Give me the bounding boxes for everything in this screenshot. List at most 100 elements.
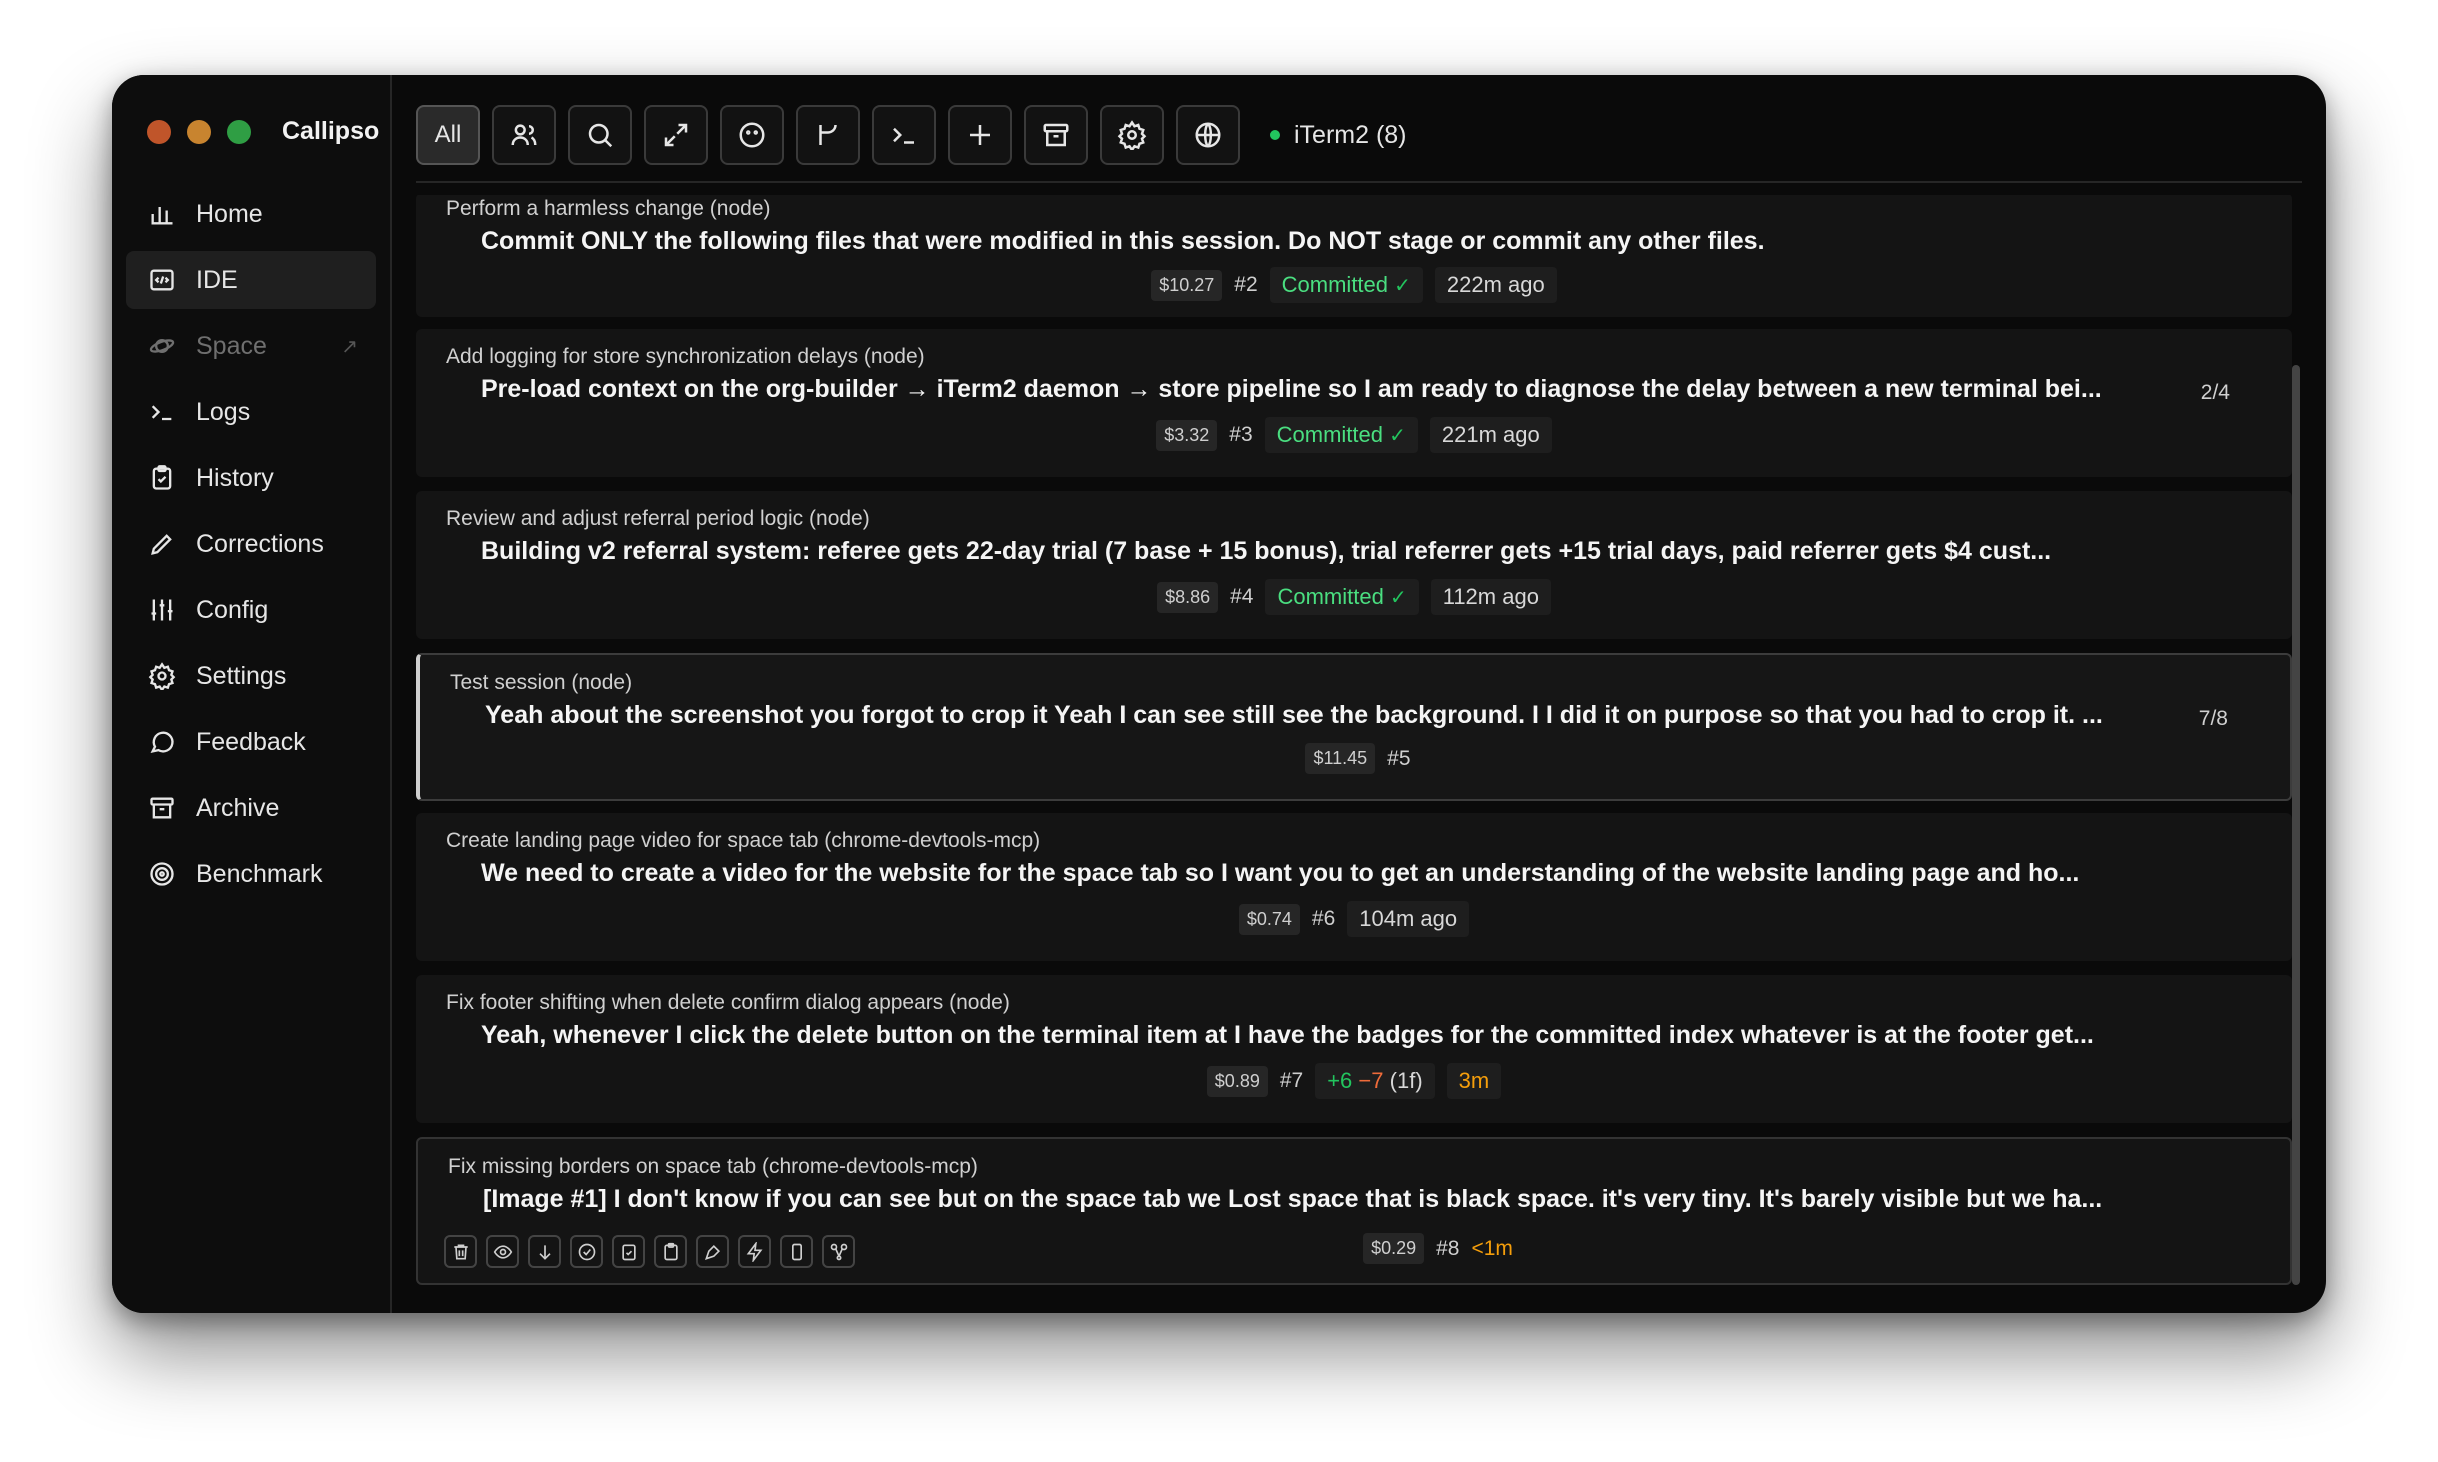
archive-icon	[146, 792, 178, 824]
minimize-window-button[interactable]	[187, 120, 211, 144]
session-message: Pre-load context on the org-builder → iT…	[481, 375, 2102, 403]
session-title: Fix footer shifting when delete confirm …	[446, 991, 1010, 1014]
sidebar-item-label: Settings	[196, 661, 287, 690]
session-card-selected[interactable]: Test session (node) Yeah about the scree…	[416, 653, 2292, 801]
time-badge: 3m	[1446, 1063, 1502, 1099]
download-button[interactable]	[528, 1235, 561, 1268]
terminal-button[interactable]	[872, 105, 936, 165]
pencil-icon	[146, 528, 178, 560]
session-card[interactable]: Perform a harmless change (node) Commit …	[416, 195, 2292, 317]
close-window-button[interactable]	[147, 120, 171, 144]
view-button[interactable]	[486, 1235, 519, 1268]
filter-all-button[interactable]: All	[416, 105, 480, 165]
code-window-icon	[146, 264, 178, 296]
session-title: Create landing page video for space tab …	[446, 829, 1041, 852]
sidebar-item-settings[interactable]: Settings	[126, 647, 376, 705]
cost-badge: $11.45	[1305, 743, 1376, 774]
smiley-icon	[739, 122, 765, 148]
check-circle-icon	[578, 1243, 595, 1260]
session-card[interactable]: Fix footer shifting when delete confirm …	[416, 975, 2292, 1123]
session-meta: $0.29 #8 <1m	[938, 1233, 1938, 1264]
zoom-window-button[interactable]	[227, 120, 251, 144]
pen-tool-button[interactable]	[696, 1235, 729, 1268]
clipboard-icon	[663, 1242, 678, 1260]
sidebar-item-label: Config	[196, 595, 269, 624]
sidebar-item-label: IDE	[196, 265, 238, 294]
sliders-icon	[146, 594, 178, 626]
session-meta: $8.86 #4 Committed ✓ 112m ago	[416, 579, 2292, 615]
delete-button[interactable]	[444, 1235, 477, 1268]
session-title: Add logging for store synchronization de…	[446, 345, 925, 368]
session-number: #8	[1436, 1236, 1460, 1260]
add-button[interactable]	[948, 105, 1012, 165]
sidebar-item-corrections[interactable]: Corrections	[126, 515, 376, 573]
app-title: Callipso	[282, 117, 380, 145]
bar-chart-icon	[146, 198, 178, 230]
sidebar-item-feedback[interactable]: Feedback	[126, 713, 376, 771]
session-number: #4	[1230, 585, 1254, 608]
archive-button[interactable]	[1024, 105, 1088, 165]
complete-button[interactable]	[570, 1235, 603, 1268]
session-title: Fix missing borders on space tab (chrome…	[448, 1155, 978, 1178]
sidebar-item-config[interactable]: Config	[126, 581, 376, 639]
sidebar-item-home[interactable]: Home	[126, 185, 376, 243]
lightning-button[interactable]	[738, 1235, 771, 1268]
session-card[interactable]: Add logging for store synchronization de…	[416, 329, 2292, 477]
session-progress: 2/4	[2200, 381, 2230, 404]
target-icon	[146, 858, 178, 890]
session-card-hovered[interactable]: Fix missing borders on space tab (chrome…	[416, 1137, 2292, 1285]
session-number: #2	[1234, 273, 1258, 296]
expand-icon	[664, 123, 688, 147]
globe-button[interactable]	[1176, 105, 1240, 165]
clipboard-check-icon	[621, 1244, 636, 1260]
branch-icon	[819, 124, 837, 145]
session-meta: $0.89 #7 +6 −7 (1f) 3m	[416, 1063, 2292, 1099]
cost-badge: $8.86	[1157, 581, 1219, 613]
sidebar-item-benchmark[interactable]: Benchmark	[126, 845, 376, 903]
session-meta: $0.74 #6 104m ago	[416, 901, 2292, 937]
users-button[interactable]	[492, 105, 556, 165]
cost-badge: $3.32	[1156, 419, 1218, 451]
session-card[interactable]: Review and adjust referral period logic …	[416, 491, 2292, 639]
copy-button[interactable]	[654, 1235, 687, 1268]
sidebar-item-label: Space	[196, 331, 267, 360]
sidebar-item-logs[interactable]: Logs	[126, 383, 376, 441]
lightning-icon	[746, 1241, 762, 1262]
branch-button[interactable]	[796, 105, 860, 165]
session-title: Test session (node)	[450, 671, 633, 694]
session-card[interactable]: Create landing page video for space tab …	[416, 813, 2292, 961]
sidebar-item-history[interactable]: History	[126, 449, 376, 507]
status-badge: Committed ✓	[1264, 417, 1418, 453]
cost-badge: $0.89	[1206, 1065, 1268, 1097]
terminal-status-label: iTerm2 (8)	[1294, 120, 1407, 149]
status-badge: Committed ✓	[1269, 267, 1423, 303]
expand-button[interactable]	[644, 105, 708, 165]
pen-tool-icon	[704, 1244, 720, 1260]
session-message: Yeah, whenever I click the delete button…	[481, 1021, 2094, 1049]
sidebar-item-label: History	[196, 463, 274, 492]
sidebar-item-ide[interactable]: IDE	[126, 251, 376, 309]
sidebar-nav: Home IDE Space ↗ Logs History Correction…	[126, 185, 376, 911]
chat-icon	[146, 726, 178, 758]
smiley-button[interactable]	[720, 105, 784, 165]
session-title: Review and adjust referral period logic …	[446, 507, 870, 530]
cost-badge: $10.27	[1151, 269, 1223, 301]
clipboard-check-button[interactable]	[612, 1235, 645, 1268]
divider	[416, 181, 2302, 183]
search-button[interactable]	[568, 105, 632, 165]
session-message: Building v2 referral system: referee get…	[481, 537, 2052, 565]
search-icon	[588, 123, 613, 148]
session-number: #3	[1229, 423, 1253, 446]
sidebar-item-space[interactable]: Space ↗	[126, 317, 376, 375]
scrollbar[interactable]	[2292, 365, 2300, 1285]
sidebar-item-archive[interactable]: Archive	[126, 779, 376, 837]
session-message: [Image #1] I don't know if you can see b…	[483, 1185, 2103, 1213]
time-badge: 112m ago	[1430, 579, 1551, 615]
arrow-down-icon	[538, 1244, 551, 1260]
time-badge: 104m ago	[1347, 901, 1470, 937]
fork-button[interactable]	[822, 1235, 855, 1268]
settings-button[interactable]	[1100, 105, 1164, 165]
session-meta: $11.45 #5	[420, 743, 2292, 774]
device-button[interactable]	[780, 1235, 813, 1268]
time-badge: 221m ago	[1429, 417, 1552, 453]
